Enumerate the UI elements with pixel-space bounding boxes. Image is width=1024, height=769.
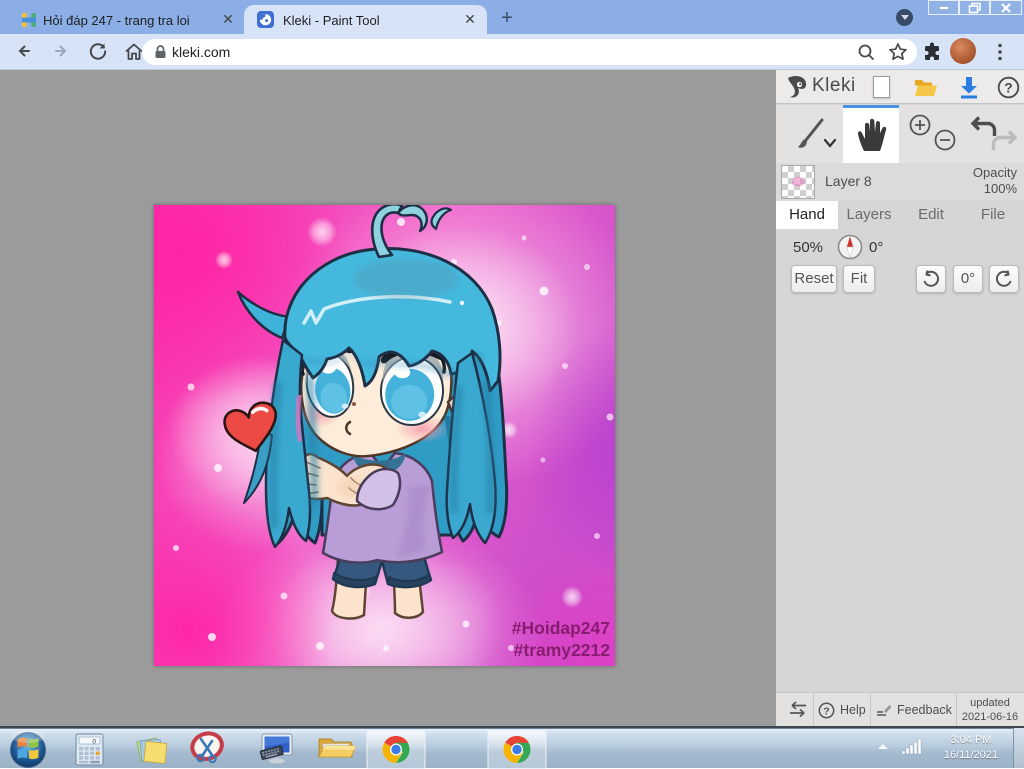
svg-text:?: ? xyxy=(823,705,829,717)
svg-text:#tramy2212: #tramy2212 xyxy=(514,640,611,660)
svg-text:0: 0 xyxy=(92,739,96,746)
svg-text:#Hoidap247: #Hoidap247 xyxy=(512,618,610,638)
svg-text:?: ? xyxy=(1004,80,1012,95)
